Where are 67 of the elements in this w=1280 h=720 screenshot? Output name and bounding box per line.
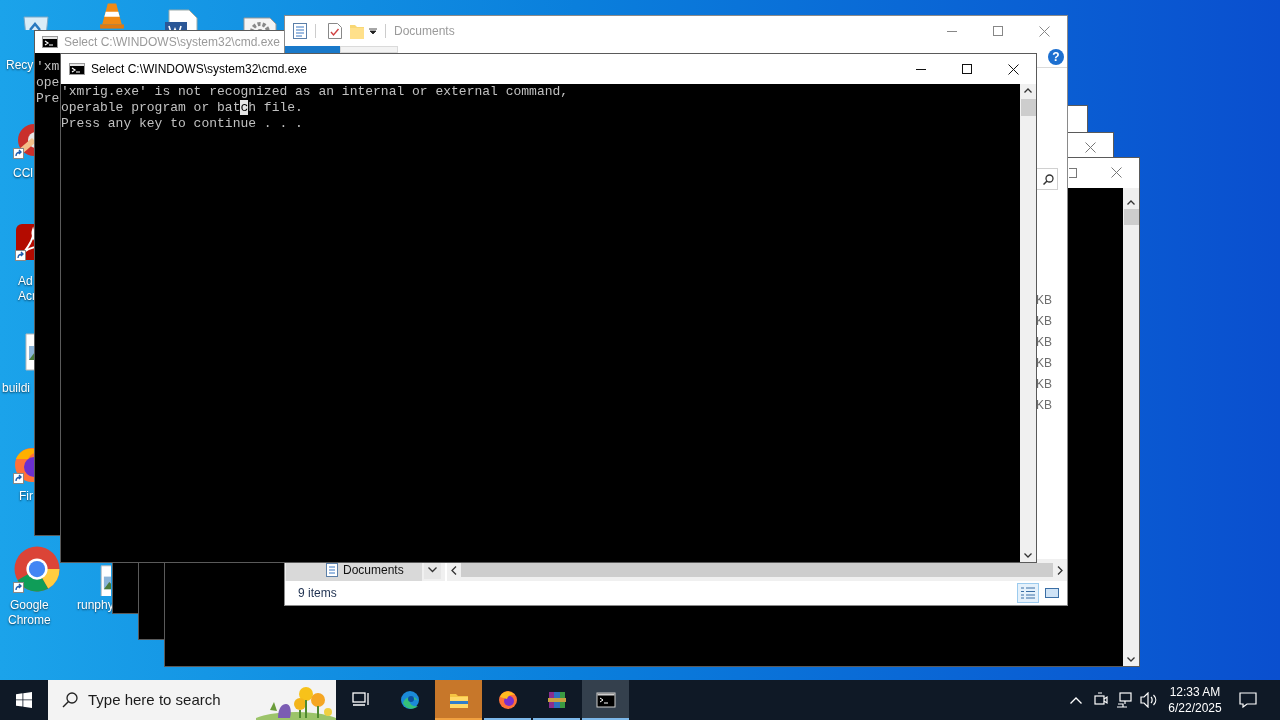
scroll-up-icon[interactable] <box>1024 88 1032 93</box>
scroll-right-icon[interactable] <box>1057 565 1063 575</box>
camera-icon[interactable] <box>1094 692 1108 708</box>
network-icon[interactable] <box>1116 692 1132 708</box>
table-cell-text: KB <box>1036 376 1052 393</box>
window-title: Select C:\WINDOWS\system32\cmd.exe <box>91 61 308 78</box>
close-icon[interactable] <box>1085 142 1096 153</box>
scroll-down-icon[interactable] <box>1127 657 1135 662</box>
search-field[interactable]: Type here to search <box>48 680 336 720</box>
icon-label[interactable]: Fir <box>19 489 33 504</box>
icon-label[interactable]: Recy <box>6 58 34 73</box>
chevron-up-icon[interactable] <box>1070 696 1082 704</box>
search-icon <box>1043 173 1054 185</box>
console-line: operable program or batch file. <box>61 100 303 116</box>
help-button[interactable]: ? <box>1048 49 1064 65</box>
checklist-icon[interactable] <box>328 23 342 39</box>
scroll-up-icon[interactable] <box>1127 200 1135 205</box>
scroll-left-icon[interactable] <box>451 565 457 575</box>
icon-label[interactable]: Ad Acr <box>18 274 36 304</box>
view-button[interactable] <box>1017 583 1039 603</box>
browser-icon[interactable] <box>12 544 62 594</box>
traffic-cone-icon[interactable] <box>98 2 126 30</box>
icon-label[interactable]: buildi <box>2 381 31 396</box>
document-icon <box>326 563 338 577</box>
console-icon <box>69 63 85 75</box>
icon-label[interactable]: runphy <box>77 598 114 613</box>
scrollbar-thumb[interactable] <box>1020 99 1036 116</box>
clock[interactable]: 12:33 AM 6/22/2025 <box>1164 684 1226 716</box>
table-cell-text: KB <box>1036 292 1052 309</box>
properties-icon[interactable] <box>293 23 307 39</box>
console-line: Press any key to continue . . . <box>61 116 303 132</box>
maximize-icon <box>993 26 1003 36</box>
windows-logo-icon <box>16 692 32 708</box>
close-icon[interactable] <box>1111 167 1122 178</box>
scroll-down-icon[interactable] <box>1024 553 1032 558</box>
search-icon <box>62 692 78 708</box>
table-cell-text: KB <box>1036 355 1052 372</box>
status-text: 9 items <box>298 585 337 602</box>
window-title: Documents <box>394 23 455 40</box>
console-line: 'xmrig.exe' is not recognized as an internal or external command, <box>61 84 569 100</box>
close-icon <box>1038 25 1050 37</box>
taskbar-button[interactable] <box>582 680 629 720</box>
table-cell-text: KB <box>1036 397 1052 414</box>
close-icon <box>1007 63 1019 75</box>
scrollbar-thumb[interactable] <box>1123 209 1139 225</box>
console-line: Pre <box>36 91 60 107</box>
browser-icon <box>497 690 518 710</box>
message-icon <box>1239 692 1257 708</box>
maximize-icon <box>962 64 972 74</box>
table-cell-text: KB <box>1036 334 1052 351</box>
details-view-icon <box>1021 587 1035 599</box>
dropdown-icon[interactable] <box>369 27 377 35</box>
console-line: 'xm <box>36 59 60 75</box>
volume-icon[interactable] <box>1140 692 1158 708</box>
browser-icon <box>399 690 420 710</box>
archive-icon <box>546 690 567 710</box>
chevron-down-icon <box>428 567 437 573</box>
terminal-icon <box>595 690 616 710</box>
window-title: Select C:\WINDOWS\system32\cmd.exe <box>64 34 281 51</box>
table-cell-text: KB <box>1036 313 1052 330</box>
icon-label[interactable]: Google Chrome <box>8 598 51 628</box>
maximize-icon <box>1069 168 1077 178</box>
gear-document-icon[interactable] <box>240 14 280 30</box>
large-icons-view-icon <box>1045 587 1059 599</box>
console-line: ope <box>36 75 60 91</box>
console-icon <box>42 36 58 48</box>
icon-label[interactable]: CCl <box>13 166 33 181</box>
